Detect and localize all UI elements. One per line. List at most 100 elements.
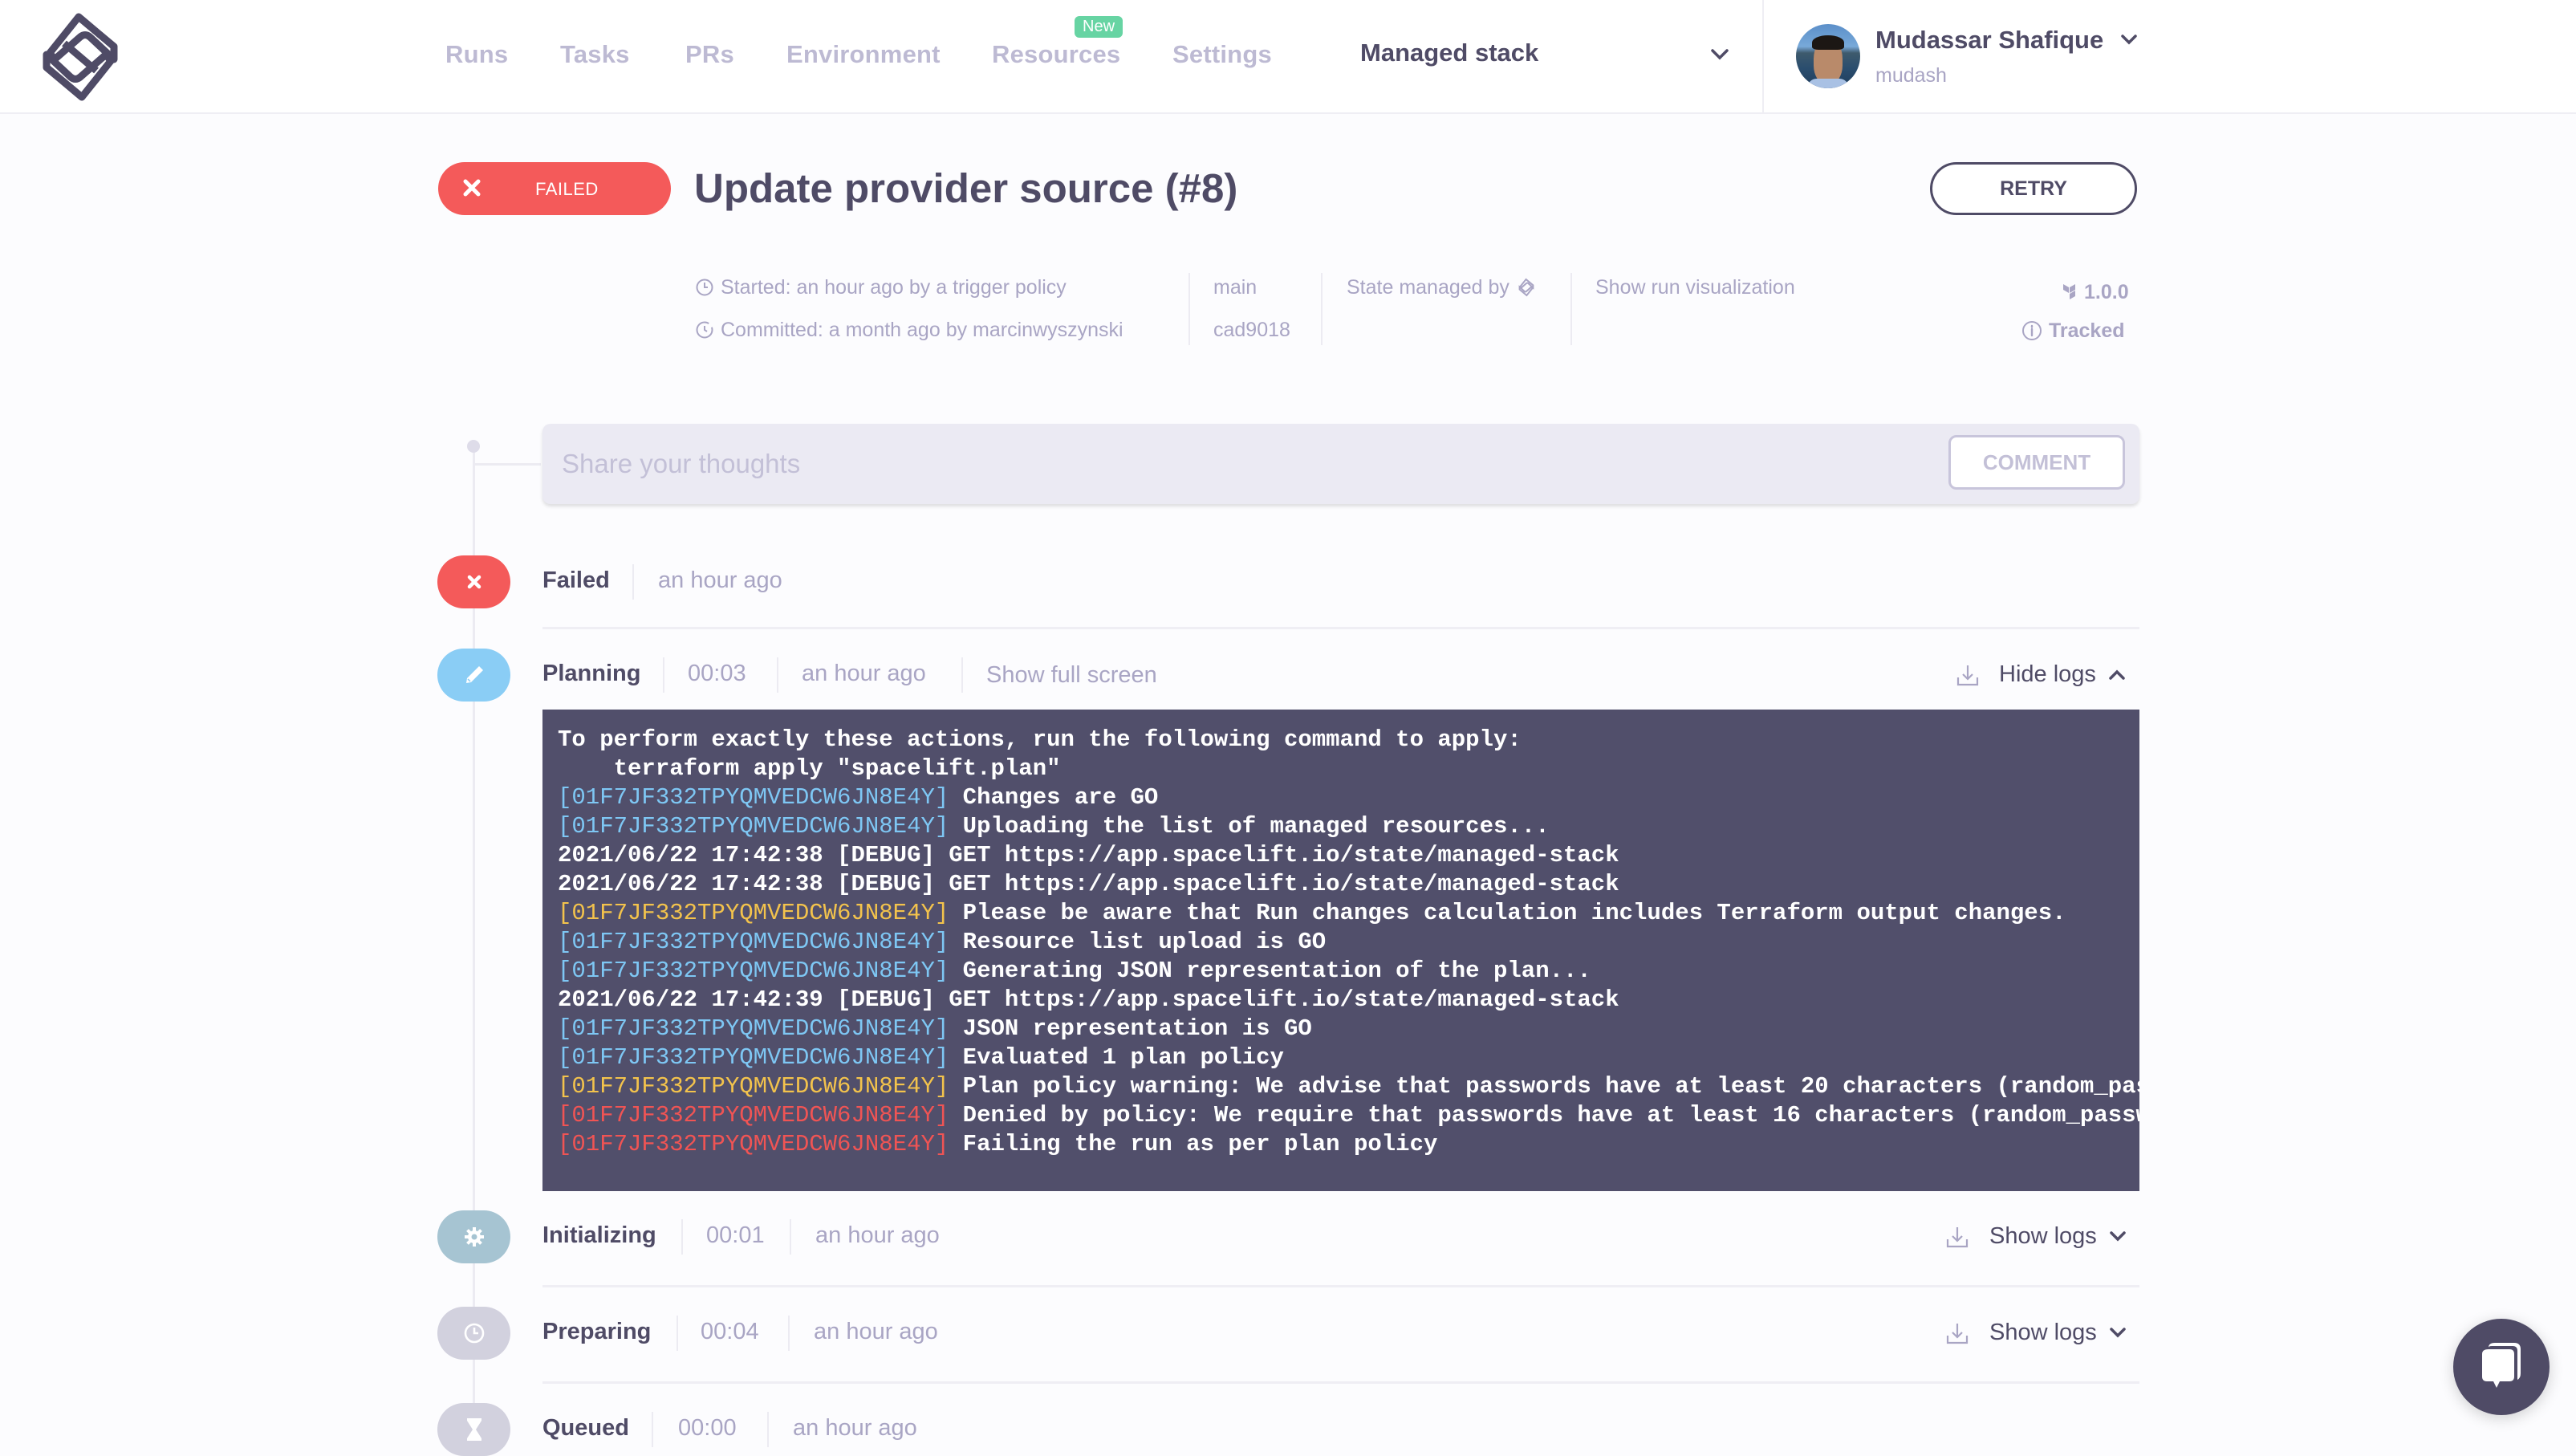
hide-logs-button[interactable]: Hide logs <box>1999 661 2127 688</box>
log-run-id: [01F7JF332TPYQMVEDCW6JN8E4Y] <box>558 1102 949 1129</box>
timeline-when: an hour ago <box>815 1222 940 1248</box>
started-text: Started: an hour ago by a trigger policy <box>721 276 1067 299</box>
log-line: [01F7JF332TPYQMVEDCW6JN8E4Y] Failing the… <box>558 1130 2139 1159</box>
spacelift-logo-icon[interactable] <box>40 13 120 101</box>
log-text: Changes are GO <box>949 784 1159 811</box>
chevron-up-icon <box>2109 669 2125 680</box>
meta-divider <box>1570 273 1572 345</box>
log-text: Denied by policy: We require that passwo… <box>962 1102 2139 1129</box>
state-managed-info: State managed by <box>1347 276 1534 299</box>
branch-name[interactable]: main <box>1213 276 1257 299</box>
chevron-down-icon[interactable] <box>1708 45 1732 64</box>
log-line: To perform exactly these actions, run th… <box>558 726 2139 754</box>
log-line: 2021/06/22 17:42:38 [DEBUG] GET https://… <box>558 841 2139 870</box>
row-separator <box>767 1412 769 1447</box>
status-label: FAILED <box>535 179 599 199</box>
timeline-when: an hour ago <box>658 567 782 593</box>
timeline-duration: 00:03 <box>688 661 746 686</box>
nav-resources[interactable]: Resources <box>992 40 1120 69</box>
info-icon <box>2022 321 2042 340</box>
row-separator <box>777 657 778 693</box>
nav-tasks[interactable]: Tasks <box>560 40 630 69</box>
terraform-version: 1.0.0 <box>2062 281 2129 304</box>
log-text: 2021/06/22 17:42:38 [DEBUG] GET https://… <box>558 842 1619 868</box>
avatar[interactable] <box>1796 24 1860 88</box>
row-divider <box>542 1285 2139 1287</box>
nav-environment[interactable]: Environment <box>786 40 941 69</box>
chevron-down-icon <box>2110 1328 2126 1338</box>
pencil-icon <box>465 666 483 683</box>
meta-divider <box>1188 273 1190 345</box>
chevron-down-icon[interactable] <box>2119 31 2139 48</box>
row-divider <box>542 1381 2139 1384</box>
chat-icon <box>2482 1343 2521 1388</box>
timeline-when: an hour ago <box>814 1319 938 1344</box>
clock-icon <box>696 279 713 296</box>
user-handle: mudash <box>1875 64 1947 87</box>
chat-button[interactable] <box>2453 1319 2550 1415</box>
timeline-when: an hour ago <box>802 661 926 686</box>
log-line: [01F7JF332TPYQMVEDCW6JN8E4Y] Changes are… <box>558 783 2139 812</box>
download-icon[interactable] <box>1946 1225 1969 1249</box>
download-icon[interactable] <box>1946 1321 1969 1345</box>
row-separator <box>788 1316 790 1351</box>
comment-box: COMMENT <box>542 424 2139 504</box>
show-logs-button[interactable]: Show logs <box>1989 1320 2127 1346</box>
timeline-duration: 00:00 <box>678 1415 737 1441</box>
initializing-state-icon <box>437 1210 510 1263</box>
log-line: [01F7JF332TPYQMVEDCW6JN8E4Y] Plan policy… <box>558 1072 2139 1101</box>
download-icon[interactable] <box>1956 663 1979 687</box>
comment-button[interactable]: COMMENT <box>1948 435 2125 490</box>
timeline-branch <box>473 463 541 466</box>
comment-input[interactable] <box>560 443 1895 485</box>
nav-runs[interactable]: Runs <box>445 40 508 69</box>
committed-text: Committed: a month ago by marcinwyszynsk… <box>721 319 1123 341</box>
log-line: terraform apply "spacelift.plan" <box>558 754 2139 783</box>
nav-prs[interactable]: PRs <box>685 40 734 69</box>
planning-state-icon <box>437 649 510 702</box>
started-info: Started: an hour ago by a trigger policy <box>695 276 1067 299</box>
log-run-id: [01F7JF332TPYQMVEDCW6JN8E4Y] <box>558 1073 949 1100</box>
close-icon <box>463 179 481 197</box>
log-run-id: [01F7JF332TPYQMVEDCW6JN8E4Y] <box>558 929 949 955</box>
retry-button[interactable]: RETRY <box>1930 162 2137 215</box>
log-line: 2021/06/22 17:42:39 [DEBUG] GET https://… <box>558 986 2139 1015</box>
version-text: 1.0.0 <box>2084 281 2129 303</box>
nav-settings[interactable]: Settings <box>1172 40 1272 69</box>
commit-hash[interactable]: cad9018 <box>1213 319 1290 342</box>
terraform-icon <box>2063 284 2075 299</box>
timeline-state-preparing: Preparing <box>542 1319 652 1344</box>
failed-state-icon <box>437 555 510 608</box>
log-line: [01F7JF332TPYQMVEDCW6JN8E4Y] Resource li… <box>558 928 2139 957</box>
log-line: [01F7JF332TPYQMVEDCW6JN8E4Y] Denied by p… <box>558 1101 2139 1130</box>
show-run-visualization-link[interactable]: Show run visualization <box>1595 276 1795 299</box>
chevron-down-icon <box>2110 1231 2126 1242</box>
page-title: Update provider source (#8) <box>694 165 1238 211</box>
committed-info: Committed: a month ago by marcinwyszynsk… <box>695 319 1123 342</box>
show-logs-button[interactable]: Show logs <box>1989 1223 2127 1250</box>
timeline-state-initializing: Initializing <box>542 1222 656 1248</box>
timeline-duration: 00:01 <box>706 1222 765 1248</box>
row-separator <box>677 1316 678 1351</box>
log-panel[interactable]: To perform exactly these actions, run th… <box>542 710 2139 1191</box>
timeline-duration: 00:04 <box>701 1319 759 1344</box>
timeline-state-failed: Failed <box>542 567 610 593</box>
spacelift-logo-icon <box>1518 278 1534 297</box>
row-separator <box>961 657 963 693</box>
header-divider <box>1762 0 1764 112</box>
row-separator <box>652 1412 653 1447</box>
log-line: [01F7JF332TPYQMVEDCW6JN8E4Y] Evaluated 1… <box>558 1043 2139 1072</box>
row-separator <box>632 564 634 600</box>
log-line: [01F7JF332TPYQMVEDCW6JN8E4Y] JSON repres… <box>558 1015 2139 1043</box>
log-line: 2021/06/22 17:42:38 [DEBUG] GET https://… <box>558 870 2139 899</box>
status-badge: FAILED <box>438 162 671 215</box>
show-full-screen-link[interactable]: Show full screen <box>986 662 1157 689</box>
log-text: 2021/06/22 17:42:39 [DEBUG] GET https://… <box>558 986 1619 1013</box>
commit-clock-icon <box>696 321 713 339</box>
row-separator <box>681 1219 683 1255</box>
log-text: Failing the run as per plan policy <box>949 1131 1438 1157</box>
user-name[interactable]: Mudassar Shafique <box>1875 26 2103 55</box>
row-separator <box>790 1219 791 1255</box>
log-text: JSON representation is GO <box>949 1015 1312 1042</box>
stack-selector[interactable]: Managed stack <box>1360 39 1538 67</box>
